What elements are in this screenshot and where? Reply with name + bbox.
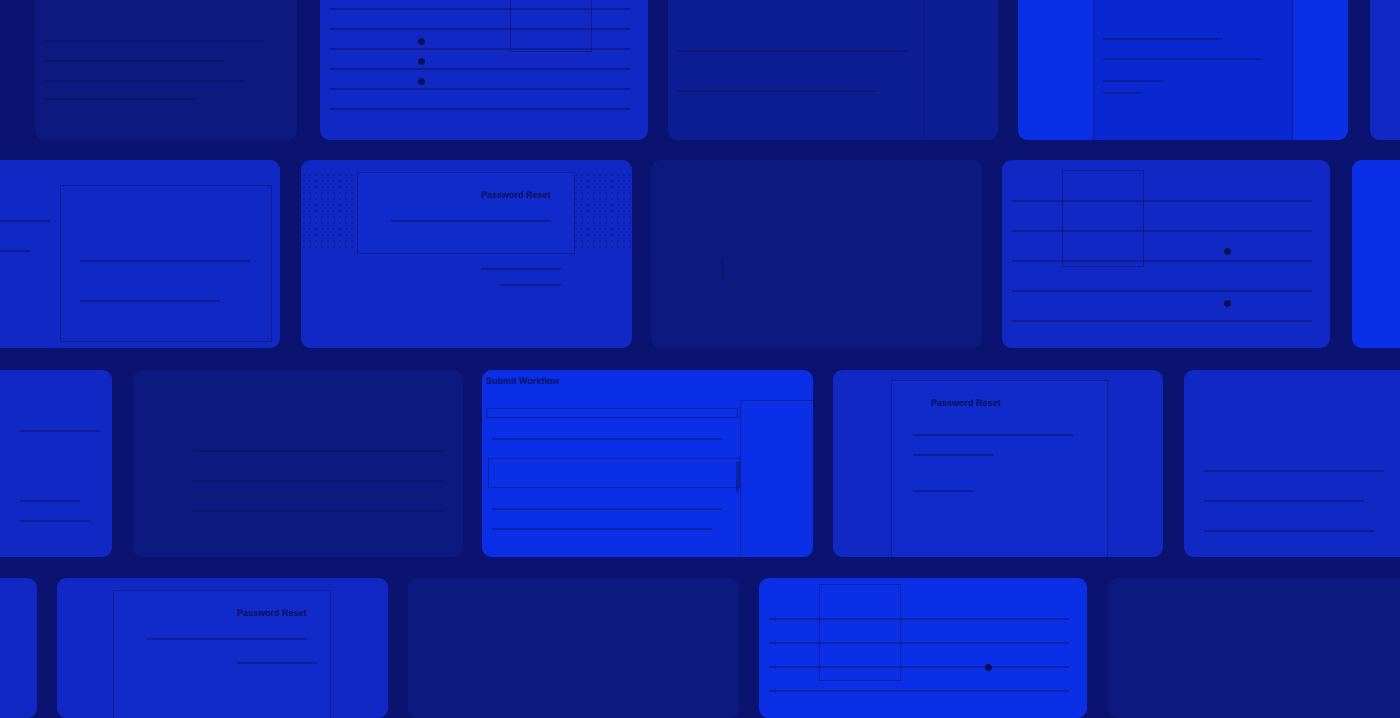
screenshot-tile-r3-e xyxy=(1184,370,1400,557)
screenshot-tile-r3-d: Password Reset xyxy=(833,370,1163,557)
screenshot-tile-r1-b xyxy=(320,0,648,140)
screenshot-tile-r3-c: Submit Workflow xyxy=(482,370,813,557)
tile-title: Submit Workflow xyxy=(486,376,560,386)
screenshot-tile-r1-c xyxy=(668,0,998,140)
tile-title: Password Reset xyxy=(931,398,1001,408)
screenshot-tile-r3-a xyxy=(0,370,112,557)
screenshot-tile-r4-c xyxy=(408,578,739,718)
tile-title: Password Reset xyxy=(481,190,551,200)
screenshot-tile-r1-e xyxy=(1370,0,1400,140)
screenshot-tile-r1-a xyxy=(35,0,297,140)
screenshot-tile-r4-d xyxy=(759,578,1087,718)
screenshot-tile-r1-d xyxy=(1018,0,1348,140)
screenshot-tile-r2-d xyxy=(1002,160,1330,348)
screenshot-tile-r4-e xyxy=(1108,578,1400,718)
screenshot-tile-r2-e xyxy=(1352,160,1400,348)
screenshot-tile-r2-b: Password Reset xyxy=(301,160,632,348)
screenshot-tile-r2-a xyxy=(0,160,280,348)
tile-title: Password Reset xyxy=(237,608,307,618)
screenshot-tile-r4-a xyxy=(0,578,37,718)
screenshot-tile-r3-b xyxy=(133,370,463,557)
screenshot-tile-r2-c xyxy=(651,160,982,348)
screenshot-tile-r4-b: Password Reset xyxy=(57,578,388,718)
